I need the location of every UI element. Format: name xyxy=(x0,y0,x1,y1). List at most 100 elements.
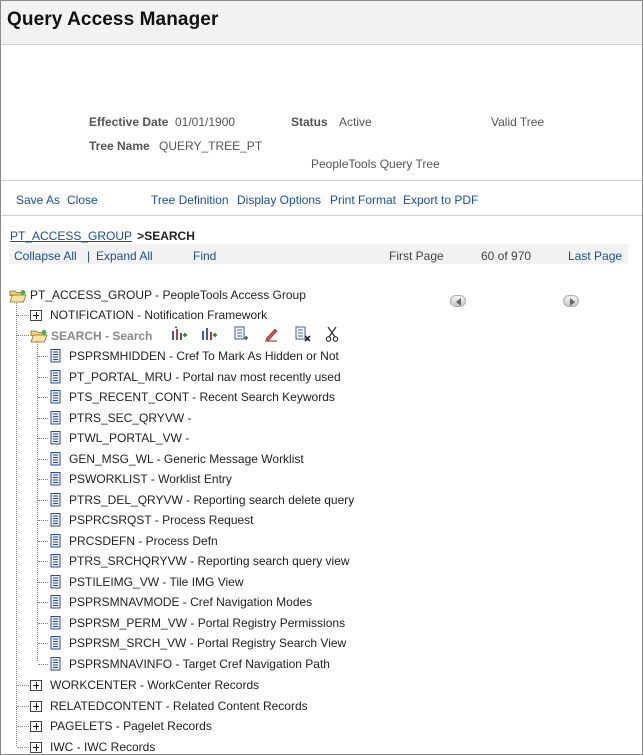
record-icon xyxy=(50,513,61,527)
record-icon xyxy=(50,554,61,568)
record-icon xyxy=(50,411,61,425)
arrow-right-icon xyxy=(570,297,576,306)
tree-definition-link[interactable]: Tree Definition xyxy=(151,193,229,207)
tree-connector xyxy=(17,315,29,316)
insert-sibling-icon[interactable] xyxy=(170,326,188,342)
record-label: PSWORKLIST - Worklist Entry xyxy=(69,472,232,486)
status-label: Status xyxy=(291,115,328,129)
tree-connector xyxy=(38,356,48,357)
tree-connector xyxy=(38,561,48,562)
expand-icon[interactable] xyxy=(30,680,42,691)
record-icon xyxy=(50,575,61,589)
effective-date-value: 01/01/1900 xyxy=(175,115,236,129)
previous-page-button[interactable] xyxy=(450,294,466,307)
tree-connector xyxy=(38,459,48,460)
record-label: PSTILEIMG_VW - Tile IMG View xyxy=(69,575,244,589)
effective-date-label: Effective Date xyxy=(89,115,169,129)
tree-node-label: IWC - IWC Records xyxy=(50,740,156,754)
display-options-link[interactable]: Display Options xyxy=(237,193,321,207)
record-label: PSPRSM_PERM_VW - Portal Registry Permiss… xyxy=(69,616,346,630)
record-icon xyxy=(50,472,61,486)
record-label: PRCSDEFN - Process Defn xyxy=(69,534,218,548)
tree-connector xyxy=(38,541,48,542)
last-page-link[interactable]: Last Page xyxy=(568,249,622,263)
print-format-link[interactable]: Print Format xyxy=(330,193,396,207)
tree-node-label: PT_ACCESS_GROUP - PeopleTools Access Gro… xyxy=(30,288,306,302)
valid-tree-text: Valid Tree xyxy=(491,115,545,129)
collapse-all-link[interactable]: Collapse All xyxy=(14,249,77,263)
insert-child-icon[interactable] xyxy=(200,326,218,342)
tree-connector xyxy=(38,418,48,419)
open-folder-icon xyxy=(30,330,48,343)
tree-connector xyxy=(38,623,48,624)
tree-connector xyxy=(17,747,29,748)
record-label: PSPRSM_SRCH_VW - Portal Registry Search … xyxy=(69,636,347,650)
tree-description: PeopleTools Query Tree xyxy=(311,157,440,171)
next-page-button[interactable] xyxy=(563,294,580,307)
tree-connector xyxy=(16,298,17,746)
close-link[interactable]: Close xyxy=(67,193,98,207)
delete-icon[interactable] xyxy=(295,326,311,342)
record-label: GEN_MSG_WL - Generic Message Worklist xyxy=(69,452,304,466)
tree-connector xyxy=(38,479,48,480)
open-folder-icon xyxy=(9,290,27,303)
record-icon xyxy=(50,493,61,507)
tree-connector xyxy=(38,397,48,398)
record-label: PTRS_SRCHQRYVW - Reporting search query … xyxy=(69,554,350,568)
navbar-divider: | xyxy=(87,249,91,263)
record-icon xyxy=(50,370,61,384)
tree-node-label: RELATEDCONTENT - Related Content Records xyxy=(50,699,308,713)
tree-connector xyxy=(38,500,48,501)
record-icon xyxy=(50,657,61,671)
record-icon xyxy=(50,616,61,630)
arrow-left-icon xyxy=(456,297,461,306)
tree-name-value: QUERY_TREE_PT xyxy=(159,139,263,153)
record-icon xyxy=(50,595,61,609)
page-title: Query Access Manager xyxy=(7,9,219,30)
tree-name-label: Tree Name xyxy=(89,139,150,153)
find-link[interactable]: Find xyxy=(193,249,216,263)
expand-icon[interactable] xyxy=(30,310,42,321)
tree-connector xyxy=(38,438,48,439)
tree-connector xyxy=(38,582,48,583)
breadcrumb-root-link[interactable]: PT_ACCESS_GROUP xyxy=(10,229,132,243)
expand-all-link[interactable]: Expand All xyxy=(96,249,153,263)
cut-icon[interactable] xyxy=(325,326,339,342)
first-page-label: First Page xyxy=(389,249,444,263)
record-icon xyxy=(50,431,61,445)
record-label: PSPRSMNAVMODE - Cref Navigation Modes xyxy=(69,595,313,609)
tree-node-label: WORKCENTER - WorkCenter Records xyxy=(50,678,260,692)
title-bar: Query Access Manager xyxy=(1,1,642,45)
expand-icon[interactable] xyxy=(30,701,42,712)
divider xyxy=(1,215,642,216)
record-label: PSPRCSRQST - Process Request xyxy=(69,513,254,527)
record-icon xyxy=(50,452,61,466)
record-label: PTWL_PORTAL_VW - xyxy=(69,431,190,445)
record-label: PSPRSMHIDDEN - Cref To Mark As Hidden or… xyxy=(69,349,339,363)
expand-icon[interactable] xyxy=(30,742,42,753)
record-label: PSPRSMNAVINFO - Target Cref Navigation P… xyxy=(69,657,330,671)
tree-connector xyxy=(38,664,48,665)
breadcrumb: PT_ACCESS_GROUP >SEARCH xyxy=(10,229,195,243)
tree-connector xyxy=(17,706,29,707)
record-icon xyxy=(50,390,61,404)
expand-icon[interactable] xyxy=(30,721,42,732)
tree-node-label: NOTIFICATION - Notification Framework xyxy=(50,308,268,322)
insert-detail-icon[interactable] xyxy=(233,326,249,342)
query-access-manager-window: Query Access Manager Effective Date 01/0… xyxy=(0,0,643,755)
status-value: Active xyxy=(339,115,372,129)
edit-icon[interactable] xyxy=(263,326,279,342)
record-label: PTRS_SEC_QRYVW - xyxy=(69,411,192,425)
breadcrumb-current: SEARCH xyxy=(144,229,195,243)
tree-connector xyxy=(17,335,29,336)
tree-connector xyxy=(17,726,29,727)
record-icon xyxy=(50,534,61,548)
tree-connector xyxy=(38,520,48,521)
tree-connector xyxy=(38,602,48,603)
save-as-link[interactable]: Save As xyxy=(16,193,60,207)
tree-connector xyxy=(17,685,29,686)
page-count: 60 of 970 xyxy=(481,249,532,263)
record-label: PTRS_DEL_QRYVW - Reporting search delete… xyxy=(69,493,355,507)
tree-node-label: PAGELETS - Pagelet Records xyxy=(50,719,212,733)
export-pdf-link[interactable]: Export to PDF xyxy=(403,193,478,207)
